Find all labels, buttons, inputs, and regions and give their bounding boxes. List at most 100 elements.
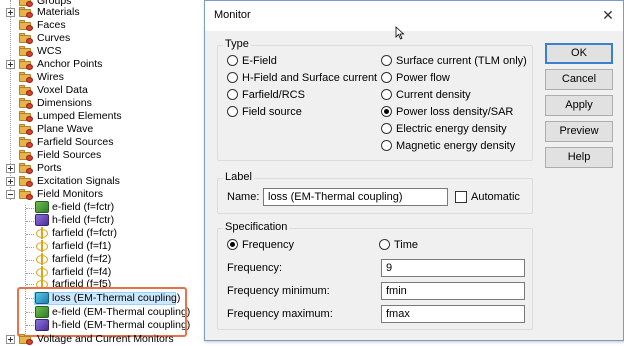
farfield-monitor-icon [35, 253, 49, 265]
dialog-titlebar[interactable]: Monitor ✕ [205, 1, 623, 31]
tree-item-label: Dimensions [37, 97, 92, 109]
tree-item-label: Anchor Points [37, 58, 103, 70]
navigation-tree: Groups Materials Faces Curves WCS Anchor… [0, 0, 212, 346]
expand-icon[interactable] [6, 164, 15, 173]
expand-icon[interactable] [6, 335, 15, 344]
expand-icon[interactable] [6, 8, 15, 17]
tree-item-label: farfield (f=f5) [52, 278, 112, 287]
folder-icon [19, 333, 34, 345]
tree-item-monitor[interactable]: e-field (f=fctr) [0, 201, 200, 214]
folder-icon [19, 149, 34, 161]
tree-item-label: Curves [37, 32, 71, 44]
tree-item-label: Materials [37, 6, 80, 18]
tree-item-wcs[interactable]: WCS [0, 45, 200, 58]
type-group-title: Type [223, 38, 251, 50]
hfield-monitor-icon [35, 214, 49, 226]
tree-item-monitor[interactable]: farfield (f=fctr) [0, 227, 200, 240]
folder-icon [19, 175, 34, 187]
tree-item-farfield-sources[interactable]: Farfield Sources [0, 136, 200, 149]
radio-label: Surface current (TLM only) [396, 55, 527, 67]
preview-button[interactable]: Preview [545, 121, 613, 142]
frequency-minimum-field[interactable]: fmin [381, 282, 525, 300]
radio-label: Frequency [242, 239, 294, 251]
tree-item-label: Lumped Elements [37, 110, 122, 122]
tree-item-label: farfield (f=f2) [52, 253, 112, 265]
tree-item-field-monitors[interactable]: Field Monitors [0, 188, 200, 201]
automatic-label: Automatic [471, 191, 520, 203]
tree-item-faces[interactable]: Faces [0, 19, 200, 32]
folder-icon [19, 188, 34, 200]
tree-item-label: Wires [37, 71, 64, 83]
ok-button[interactable]: OK [545, 43, 613, 64]
tree-item-excitation-signals[interactable]: Excitation Signals [0, 175, 200, 188]
frequency-field[interactable]: 9 [381, 259, 525, 277]
tree-item-label: farfield (f=f1) [52, 240, 112, 252]
radio-circle [381, 55, 392, 66]
radio-label: Current density [396, 89, 471, 101]
automatic-checkbox[interactable] [455, 191, 467, 203]
tree-item-label: Excitation Signals [37, 175, 120, 187]
frequency-label: Frequency: [227, 262, 283, 274]
tree-item-materials[interactable]: Materials [0, 6, 200, 19]
tree-item-label: WCS [37, 45, 62, 57]
farfield-monitor-icon [35, 227, 49, 239]
tree-item-voxel-data[interactable]: Voxel Data [0, 84, 200, 97]
help-button[interactable]: Help [545, 147, 613, 168]
tree-item-curves[interactable]: Curves [0, 32, 200, 45]
folder-icon [19, 97, 34, 109]
folder-icon [19, 6, 34, 18]
radio-circle [381, 123, 392, 134]
radio-circle [381, 140, 392, 151]
tree-item-lumped-elements[interactable]: Lumped Elements [0, 110, 200, 123]
tree-item-monitor[interactable]: farfield (f=f5) [0, 278, 200, 287]
radio-circle [227, 89, 238, 100]
label-group-title: Label [223, 171, 254, 183]
tree-item-ports[interactable]: Ports [0, 162, 200, 175]
tree-item-label: Faces [37, 19, 66, 31]
radio-label: Magnetic energy density [396, 140, 516, 152]
specification-group-title: Specification [223, 221, 290, 233]
tree-item-label: Ports [37, 162, 62, 174]
tree-item-plane-wave[interactable]: Plane Wave [0, 123, 200, 136]
tree-item-label: Field Sources [37, 149, 102, 161]
folder-icon [19, 19, 34, 31]
radio-label: Farfield/RCS [242, 89, 305, 101]
mouse-cursor-icon [395, 26, 405, 40]
collapse-icon[interactable] [6, 190, 15, 199]
radio-circle [227, 55, 238, 66]
folder-icon [19, 136, 34, 148]
radio-circle-selected [227, 239, 238, 250]
farfield-monitor-icon [35, 278, 49, 287]
dialog-title: Monitor [214, 9, 251, 21]
cancel-button[interactable]: Cancel [545, 69, 613, 90]
efield-monitor-icon [35, 201, 49, 213]
tree-item-label: h-field (f=fctr) [52, 214, 115, 226]
tree-item-field-sources[interactable]: Field Sources [0, 149, 200, 162]
frequency-maximum-field[interactable]: fmax [381, 305, 525, 323]
tree-item-monitor[interactable]: h-field (f=fctr) [0, 214, 200, 227]
radio-label: Power loss density/SAR [396, 106, 514, 118]
radio-circle [381, 72, 392, 83]
name-field[interactable]: loss (EM-Thermal coupling) [263, 188, 448, 206]
tree-item-anchor-points[interactable]: Anchor Points [0, 58, 200, 71]
expand-icon[interactable] [6, 60, 15, 69]
frequency-maximum-label: Frequency maximum: [227, 308, 333, 320]
tree-item-label: Farfield Sources [37, 136, 114, 148]
monitor-dialog: Monitor ✕ Type E-Field H-Field and Surfa… [204, 0, 624, 341]
folder-icon [19, 123, 34, 135]
tree-item-monitor[interactable]: farfield (f=f2) [0, 253, 200, 266]
expand-icon[interactable] [6, 177, 15, 186]
farfield-monitor-icon [35, 240, 49, 252]
radio-circle [379, 239, 390, 250]
tree-item-wires[interactable]: Wires [0, 71, 200, 84]
tree-item-monitor[interactable]: farfield (f=f1) [0, 240, 200, 253]
tree-item-voltage-current-monitors[interactable]: Voltage and Current Monitors [0, 333, 200, 346]
tree-item-label: Voltage and Current Monitors [37, 333, 174, 345]
close-icon[interactable]: ✕ [601, 8, 615, 22]
apply-button[interactable]: Apply [545, 95, 613, 116]
radio-circle [381, 89, 392, 100]
tree-item-dimensions[interactable]: Dimensions [0, 97, 200, 110]
name-label: Name: [227, 191, 260, 203]
folder-icon [19, 84, 34, 96]
folder-icon [19, 110, 34, 122]
